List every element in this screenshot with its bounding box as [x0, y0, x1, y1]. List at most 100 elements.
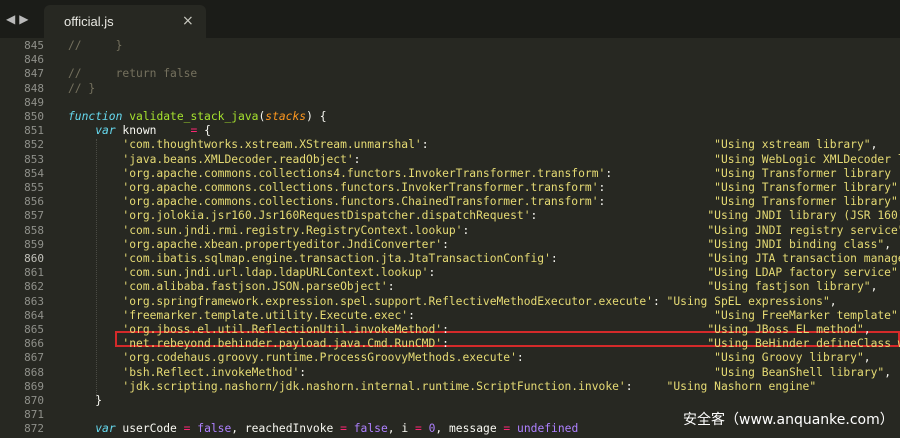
code-token: ,	[863, 323, 871, 336]
chevron-left-icon[interactable]: ◀	[6, 12, 19, 26]
code-line: 862 'com.alibaba.fastjson.JSON.parseObje…	[0, 280, 900, 294]
line-number: 870	[24, 394, 44, 407]
line-code: 'com.sun.jndi.rmi.registry.RegistryConte…	[68, 224, 900, 238]
line-number: 850	[24, 110, 44, 123]
chevron-right-icon[interactable]: ▶	[19, 12, 32, 26]
code-token: ,	[884, 237, 892, 251]
code-token: ,	[870, 280, 878, 294]
code-line: 858 'com.sun.jndi.rmi.registry.RegistryC…	[0, 224, 900, 238]
code-token: 'org.apache.commons.collections.functors…	[122, 181, 599, 194]
code-token: "Using JNDI library (JSR 160)"	[707, 209, 900, 223]
code-token: "Using BeanShell library"	[714, 365, 885, 379]
code-line: 853 'java.beans.XMLDecoder.readObject': …	[0, 153, 900, 167]
line-code: 'freemarker.template.utility.Execute.exe…	[68, 309, 900, 323]
line-code: function validate_stack_java(stacks) {	[68, 110, 327, 124]
code-line: 859 'org.apache.xbean.propertyeditor.Jnd…	[0, 238, 900, 252]
code-line: 869 'jdk.scripting.nashorn/jdk.nashorn.i…	[0, 380, 900, 394]
code-token: =	[340, 422, 347, 436]
code-token: :	[442, 237, 708, 251]
line-number: 864	[24, 308, 44, 322]
code-token: var	[95, 124, 116, 138]
code-token: :	[598, 195, 715, 209]
code-token: 'org.jboss.el.util.ReflectionUtil.invoke…	[122, 323, 443, 336]
code-line: 856 'org.apache.commons.collections.func…	[0, 195, 900, 209]
code-token: :	[442, 337, 708, 351]
code-token: "Using BeHinder defineClass webshell	[707, 337, 900, 351]
code-token: 'freemarker.template.utility.Execute.exe…	[122, 308, 409, 322]
code-token: :	[299, 365, 715, 379]
code-token: "Using JBoss EL method"	[707, 323, 864, 336]
line-code: 'org.jboss.el.util.ReflectionUtil.invoke…	[68, 323, 871, 337]
line-number: 853	[24, 152, 44, 166]
code-token: "Using fastjson library"	[707, 280, 871, 294]
line-code: 'org.codehaus.groovy.runtime.ProcessGroo…	[68, 351, 871, 365]
code-token: // }	[68, 81, 96, 95]
code-token: , i	[387, 422, 415, 436]
code-token: "Using JNDI binding class"	[707, 237, 885, 251]
code-token: 'com.sun.jndi.rmi.registry.RegistryConte…	[122, 223, 463, 237]
line-code: 'bsh.Reflect.invokeMethod': "Using BeanS…	[68, 366, 891, 380]
code-line: 851 var known = {	[0, 124, 900, 138]
close-icon[interactable]: ×	[182, 13, 194, 29]
code-editor[interactable]: 845// } 846 847// return false 848// } 849 85…	[0, 38, 900, 438]
line-number: 854	[24, 166, 44, 180]
code-token: :	[428, 266, 708, 280]
line-number: 857	[24, 209, 44, 223]
line-number: 867	[24, 351, 44, 365]
tab-nav-arrows[interactable]: ◀▶	[6, 12, 32, 26]
line-number: 848	[24, 81, 44, 95]
line-code: var known = {	[68, 124, 211, 138]
code-token: 'org.springframework.expression.spel.sup…	[122, 294, 653, 308]
line-code: 'com.thoughtworks.xstream.XStream.unmars…	[68, 138, 877, 152]
line-code: 'com.sun.jndi.url.ldap.ldapURLContext.lo…	[68, 266, 900, 280]
code-token: ,	[863, 351, 871, 365]
code-line: 855 'org.apache.commons.collections.func…	[0, 181, 900, 195]
code-token: false	[197, 422, 232, 436]
code-token: 'org.apache.commons.collections.functors…	[122, 195, 599, 209]
code-line: 846	[0, 53, 900, 67]
line-number: 855	[24, 181, 44, 194]
code-token: known	[115, 124, 191, 138]
code-token: :	[421, 138, 715, 152]
line-code: 'net.rebeyond.behinder.payload.java.Cmd.…	[68, 337, 900, 351]
line-number: 872	[24, 422, 44, 436]
line-code: }	[68, 394, 102, 408]
code-token: function	[68, 110, 123, 123]
line-number: 871	[24, 408, 44, 422]
code-token: }	[68, 394, 103, 407]
code-line: 867 'org.codehaus.groovy.runtime.Process…	[0, 351, 900, 365]
code-token: "Using xstream library"	[714, 138, 871, 152]
code-token: :	[625, 379, 667, 393]
code-token: 'org.apache.commons.collections4.functor…	[122, 166, 606, 180]
code-token: :	[516, 351, 715, 365]
line-number: 845	[24, 39, 44, 52]
code-token: 'org.apache.xbean.propertyeditor.JndiCon…	[122, 237, 443, 251]
code-line: 848 // }	[0, 82, 900, 96]
code-token: // return false	[68, 67, 198, 81]
code-token: var	[95, 422, 116, 436]
code-line: 849	[0, 96, 900, 110]
code-token: "Using Nashorn engine"	[666, 379, 817, 393]
code-line: 845 // }	[0, 39, 900, 53]
line-code: // return false	[68, 67, 197, 81]
line-number: 856	[24, 195, 44, 209]
code-line: 860 'com.ibatis.sqlmap.engine.transactio…	[0, 252, 900, 266]
code-line: 857 'org.jolokia.jsr160.Jsr160RequestDis…	[0, 209, 900, 223]
watermark: 安全客（www.anquanke.com）	[683, 412, 894, 428]
code-line: 866 'net.rebeyond.behinder.payload.java.…	[0, 337, 900, 351]
code-token: "Using Transformer library"	[714, 195, 898, 209]
line-number: 858	[24, 223, 44, 237]
tab-official-js[interactable]: official.js ×	[44, 5, 206, 38]
line-code: 'org.apache.xbean.propertyeditor.JndiCon…	[68, 238, 891, 252]
code-token: :	[387, 280, 708, 294]
